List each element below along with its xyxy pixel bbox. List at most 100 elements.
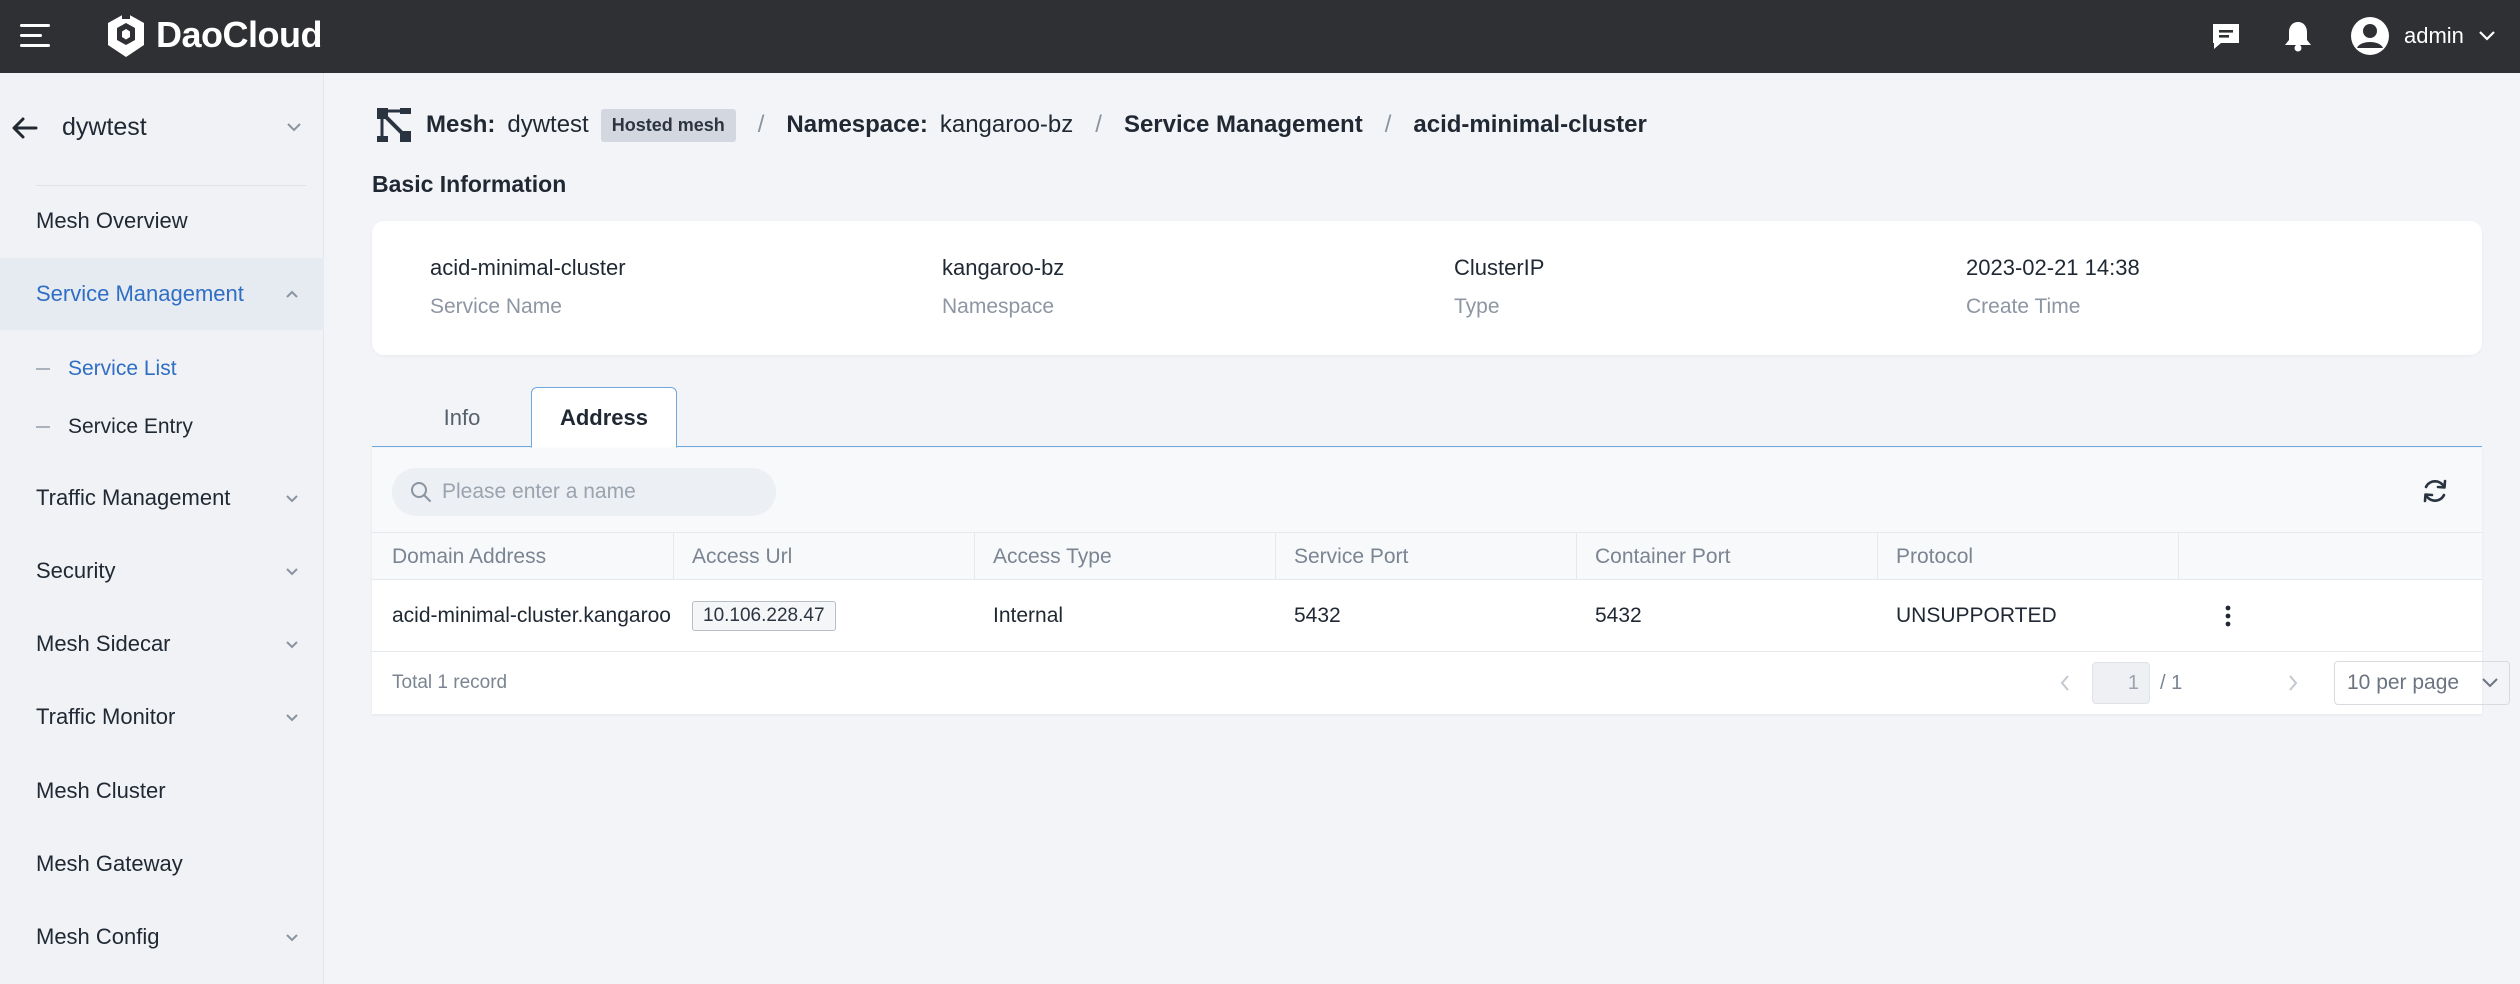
total-records: Total 1 record [392,672,508,693]
column-header-access-type: Access Type [975,533,1276,581]
sidebar-item-label: Mesh Gateway [36,851,183,876]
access-url-tag: 10.106.228.47 [692,601,836,631]
sidebar-item-label: Service List [68,357,177,380]
menu-icon[interactable] [20,24,50,48]
info-namespace: kangaroo-bz Namespace [942,255,1064,319]
info-label: Type [1454,295,1500,318]
sidebar-item-traffic-management[interactable]: Traffic Management [0,462,324,534]
chevron-down-icon [287,123,301,132]
sidebar-item-label: Mesh Sidecar [36,631,171,656]
bell-icon[interactable] [2278,16,2318,56]
column-header-domain-address: Domain Address [372,533,674,581]
pagination-next-button[interactable] [2280,670,2306,696]
chevron-down-icon [286,568,298,576]
column-header-container-port: Container Port [1577,533,1878,581]
sidebar-item-service-list[interactable]: Service List [0,341,324,397]
breadcrumb-service-management-link[interactable]: Service Management [1124,111,1363,139]
detail-tabs: Info Address [372,387,2482,448]
sidebar-header: dywtest [0,97,324,161]
basic-info-card: acid-minimal-cluster Service Name kangar… [372,221,2482,355]
page-size-select[interactable]: 10 per page [2334,661,2510,705]
sidebar-item-service-management[interactable]: Service Management [0,258,324,330]
breadcrumb-mesh-link[interactable]: dywtest [507,111,588,139]
chevron-down-icon [2482,678,2498,688]
sidebar-item-label: Service Management [36,281,244,306]
cell-domain-address: acid-minimal-cluster.kangaroo [392,604,671,627]
mesh-selector[interactable]: dywtest [62,107,302,147]
top-bar: DaoCloud admin [0,0,2520,73]
refresh-button[interactable] [2418,474,2452,508]
sidebar-item-security[interactable]: Security [0,535,324,607]
logo-icon [108,11,144,57]
column-header-access-url: Access Url [674,533,975,581]
cell-container-port: 5432 [1595,604,1642,627]
sidebar-item-label: Mesh Overview [36,208,188,233]
sidebar-item-traffic-monitor[interactable]: Traffic Monitor [0,681,324,753]
cell-service-port: 5432 [1294,604,1341,627]
info-label: Namespace [942,295,1055,318]
tab-address[interactable]: Address [531,387,677,448]
basic-information-title: Basic Information [372,171,567,197]
breadcrumb-separator: / [1384,111,1392,138]
sub-item-dash [36,426,50,428]
chevron-up-icon [286,290,298,298]
chevron-right-icon [2289,675,2298,691]
sub-item-dash [36,368,50,370]
breadcrumb-namespace-label: Namespace: [786,111,928,138]
user-menu[interactable]: admin [2350,14,2496,58]
pagination-page-input[interactable]: 1 [2092,662,2150,704]
message-icon[interactable] [2206,16,2246,56]
pagination-total: / 1 [2160,672,2183,694]
sidebar-item-mesh-config[interactable]: Mesh Config [0,901,324,973]
user-avatar-icon [2351,17,2389,55]
sidebar-item-mesh-overview[interactable]: Mesh Overview [0,185,324,257]
info-label: Service Name [430,295,562,318]
mesh-selector-label: dywtest [62,112,147,141]
sidebar-item-mesh-sidecar[interactable]: Mesh Sidecar [0,608,324,680]
breadcrumb-current: acid-minimal-cluster [1413,111,1647,138]
sidebar-item-label: Mesh Cluster [36,778,166,803]
hosted-mesh-badge: Hosted mesh [600,108,736,142]
mesh-topology-icon [377,108,411,142]
info-service-name: acid-minimal-cluster Service Name [430,255,626,319]
sidebar-item-label: Traffic Management [36,485,231,510]
address-table-panel: Domain Address Access Url Access Type Se… [372,448,2510,714]
sidebar-item-label: Security [36,558,116,583]
cell-protocol: UNSUPPORTED [1896,604,2057,627]
info-label: Create Time [1966,295,2081,318]
breadcrumb-separator: / [1095,111,1102,138]
brand-logo[interactable]: DaoCloud [104,10,322,60]
refresh-icon [2423,479,2447,503]
search-input[interactable] [442,480,762,504]
sidebar-item-service-entry[interactable]: Service Entry [0,399,324,455]
table-header: Domain Address Access Url Access Type Se… [372,532,2482,581]
column-header-protocol: Protocol [1878,533,2179,581]
sidebar-item-label: Mesh Config [36,924,160,949]
chevron-down-icon [286,934,298,942]
main-content: Mesh: dywtest Hosted mesh / Namespace: k… [324,73,2520,984]
search-box[interactable] [392,468,776,516]
column-header-actions [2179,533,2482,581]
chevron-left-icon [2060,675,2069,691]
info-value: kangaroo-bz [942,255,1065,280]
sidebar-item-label: Service Entry [68,415,193,438]
breadcrumb: Mesh: dywtest Hosted mesh / Namespace: k… [374,101,1647,149]
info-value: ClusterIP [1454,255,1545,280]
chevron-down-icon [2479,31,2495,41]
tab-info[interactable]: Info [402,387,522,448]
brand-name: DaoCloud [156,14,322,55]
chevron-down-icon [286,495,298,503]
cell-access-type: Internal [993,604,1064,627]
pagination-prev-button[interactable] [2052,670,2078,696]
info-value: acid-minimal-cluster [430,255,626,280]
sidebar-item-label: Traffic Monitor [36,704,176,729]
table-toolbar [372,448,2482,532]
table-footer: Total 1 record 1 / 1 10 per page [372,652,2510,714]
sidebar-item-mesh-gateway[interactable]: Mesh Gateway [0,828,324,900]
sidebar-item-mesh-cluster[interactable]: Mesh Cluster [0,755,324,827]
back-arrow-icon[interactable] [10,113,40,143]
row-actions-button[interactable] [2210,598,2246,634]
search-icon [411,482,431,502]
breadcrumb-namespace-link[interactable]: kangaroo-bz [940,111,1073,139]
chevron-down-icon [286,714,298,722]
